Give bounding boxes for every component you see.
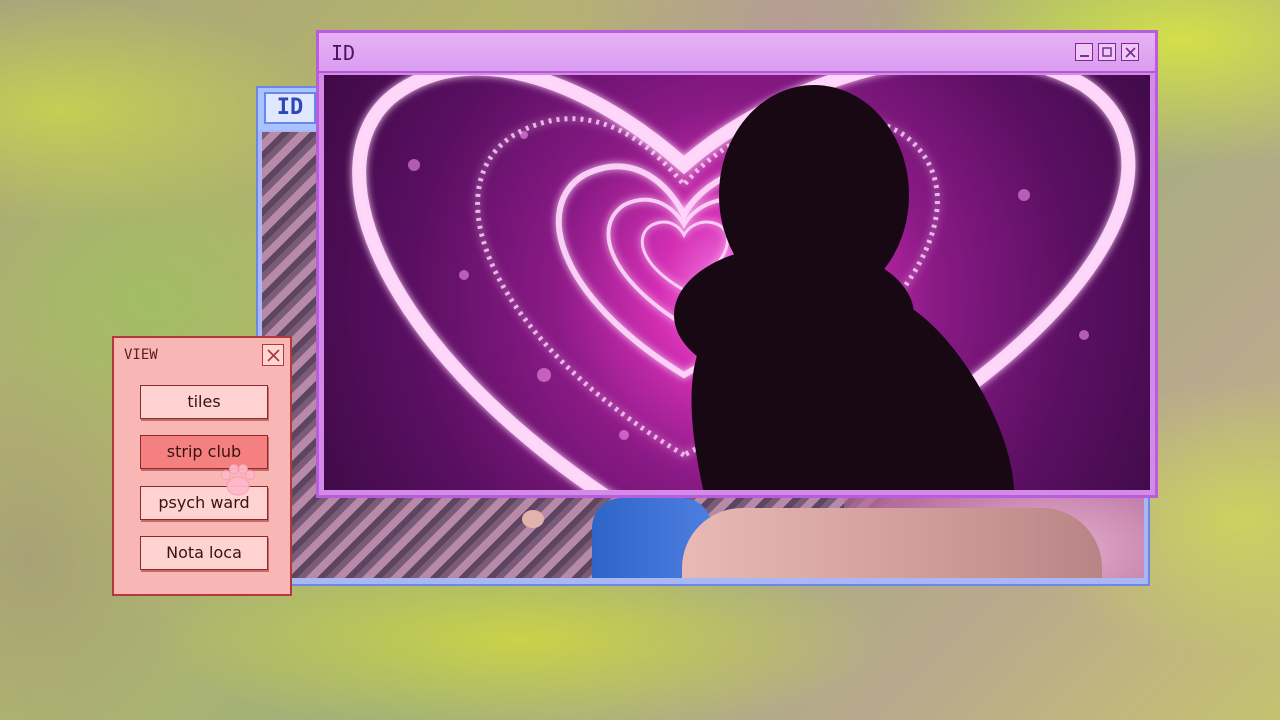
front-window[interactable]: ID — [316, 30, 1158, 498]
video-scene-hand — [522, 510, 544, 528]
close-button[interactable] — [1121, 43, 1139, 61]
video-scene-arm — [682, 508, 1102, 578]
close-icon — [267, 349, 280, 362]
front-window-video — [324, 75, 1150, 490]
paw-cursor-icon — [221, 464, 255, 496]
close-icon — [1125, 47, 1136, 58]
view-panel[interactable]: VIEW tiles strip club psych ward Nota lo… — [112, 336, 292, 596]
desktop-background: ID ID VIEW tiles strip club psych ward N… — [0, 0, 1280, 720]
maximize-button[interactable] — [1098, 43, 1116, 61]
maximize-icon — [1102, 47, 1112, 57]
minimize-icon — [1080, 55, 1089, 57]
view-option-nota-loca-button[interactable]: Nota loca — [140, 536, 268, 570]
heart-tunnel-graphic — [352, 75, 1136, 490]
dancer-silhouette — [674, 85, 1014, 490]
view-option-tiles-button[interactable]: tiles — [140, 385, 268, 419]
front-window-titlebar[interactable]: ID — [319, 33, 1155, 73]
view-panel-close-button[interactable] — [262, 344, 284, 366]
minimize-button[interactable] — [1075, 43, 1093, 61]
back-window-title: ID — [264, 92, 316, 124]
front-window-title: ID — [331, 41, 356, 65]
view-panel-title: VIEW — [124, 347, 158, 363]
